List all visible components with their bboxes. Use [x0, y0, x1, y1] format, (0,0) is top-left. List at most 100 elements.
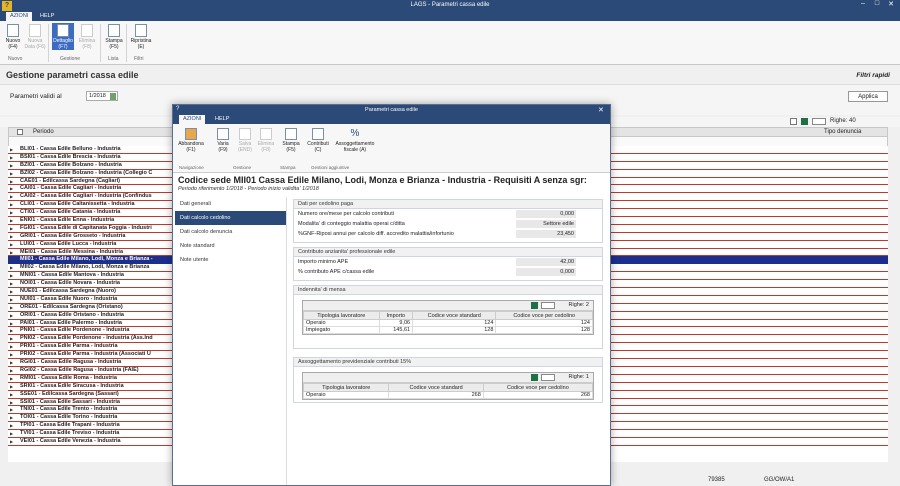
minimize-icon[interactable]: –: [856, 0, 870, 7]
expand-arrow-icon[interactable]: ▶: [10, 430, 13, 437]
tab-help[interactable]: HELP: [36, 12, 58, 21]
expand-arrow-icon[interactable]: ▶: [10, 193, 13, 200]
grid-options-icon[interactable]: [541, 374, 555, 381]
field-value[interactable]: 42,00: [516, 258, 576, 266]
expand-arrow-icon[interactable]: ▶: [10, 304, 13, 311]
grid-options-icon[interactable]: [812, 118, 826, 125]
select-all-checkbox[interactable]: [17, 129, 23, 135]
param-date-input[interactable]: 1/2018: [86, 91, 118, 101]
expand-arrow-icon[interactable]: ▶: [10, 178, 13, 185]
apply-button[interactable]: Applica: [848, 91, 888, 102]
column-header-periodo[interactable]: Periodo: [33, 129, 54, 135]
expand-arrow-icon[interactable]: ▶: [10, 162, 13, 169]
nav-item[interactable]: Dati calcolo denuncia: [175, 225, 286, 239]
expand-arrow-icon[interactable]: ▶: [10, 280, 13, 287]
expand-arrow-icon[interactable]: ▶: [10, 327, 13, 334]
expand-arrow-icon[interactable]: ▶: [10, 288, 13, 295]
expand-arrow-icon[interactable]: ▶: [10, 422, 13, 429]
expand-arrow-icon[interactable]: ▶: [10, 217, 13, 224]
field-value[interactable]: 0,000: [516, 210, 576, 218]
grid-options-icon[interactable]: [541, 302, 555, 309]
calendar-icon[interactable]: [110, 93, 116, 100]
expand-arrow-icon[interactable]: ▶: [10, 249, 13, 256]
column-header[interactable]: Tipologia lavoratore: [303, 311, 380, 320]
expand-arrow-icon[interactable]: ▶: [10, 256, 13, 263]
contributions-button[interactable]: Contributi (C): [304, 128, 332, 153]
expand-arrow-icon[interactable]: ▶: [10, 241, 13, 248]
excel-export-icon[interactable]: [531, 374, 538, 381]
table-row[interactable]: Operaio 268 268: [302, 391, 594, 399]
excel-export-icon[interactable]: [531, 302, 538, 309]
close-icon[interactable]: ✕: [884, 0, 898, 8]
expand-arrow-icon[interactable]: ▶: [10, 359, 13, 366]
nav-item[interactable]: Note standard: [175, 239, 286, 253]
maximize-icon[interactable]: □: [870, 0, 884, 7]
table-row[interactable]: Impiegato 145,61 128 128: [303, 326, 593, 334]
abandon-button[interactable]: Abbandona (F1): [177, 128, 205, 153]
print-button[interactable]: Stampa (F5): [103, 23, 125, 50]
expand-arrow-icon[interactable]: ▶: [10, 414, 13, 421]
expand-arrow-icon[interactable]: ▶: [10, 272, 13, 279]
expand-arrow-icon[interactable]: ▶: [10, 296, 13, 303]
table-row[interactable]: Operaio 9,06 124 124: [303, 319, 593, 327]
expand-arrow-icon[interactable]: ▶: [10, 312, 13, 319]
modal-tab-help[interactable]: HELP: [211, 115, 233, 124]
expand-arrow-icon[interactable]: ▶: [10, 375, 13, 382]
column-header-tipo-denuncia[interactable]: Tipo denuncia: [824, 129, 861, 135]
expand-arrow-icon[interactable]: ▶: [10, 233, 13, 240]
expand-arrow-icon[interactable]: ▶: [10, 351, 13, 358]
contributions-button-label: Contributi (C): [307, 141, 329, 153]
quick-filters-toggle[interactable]: Filtri rapidi: [856, 72, 890, 79]
column-header[interactable]: Codice voce standard: [388, 383, 484, 392]
expand-arrow-icon[interactable]: ▶: [10, 146, 13, 153]
expand-arrow-icon[interactable]: ▶: [10, 170, 13, 177]
delete-button[interactable]: Elimina (F8): [252, 128, 280, 153]
nav-item[interactable]: Dati calcolo cedolino: [175, 211, 286, 225]
expand-arrow-icon[interactable]: ▶: [10, 391, 13, 398]
nav-item[interactable]: Note utente: [175, 253, 286, 267]
field-value[interactable]: 0,000: [516, 268, 576, 276]
print-button[interactable]: Stampa (F5): [277, 128, 305, 153]
expand-arrow-icon[interactable]: ▶: [10, 343, 13, 350]
tax-subjection-button[interactable]: % Assoggettamento fiscale (A): [335, 128, 375, 153]
expand-arrow-icon[interactable]: ▶: [10, 367, 13, 374]
tab-azioni[interactable]: AZIONI: [6, 12, 33, 21]
expand-arrow-icon[interactable]: ▶: [10, 383, 13, 390]
nav-item[interactable]: Dati generali: [175, 197, 286, 211]
modal-tab-azioni[interactable]: AZIONI: [179, 115, 206, 124]
ribbon: Nuovo (F4) Nuova Data (F6) Dettaglio (F7…: [0, 21, 900, 65]
field-value[interactable]: Settore edile: [516, 220, 576, 228]
expand-arrow-icon[interactable]: ▶: [10, 185, 13, 192]
expand-arrow-icon[interactable]: ▶: [10, 209, 13, 216]
detail-button[interactable]: Dettaglio (F7): [52, 23, 74, 50]
expand-arrow-icon[interactable]: ▶: [10, 201, 13, 208]
expand-arrow-icon[interactable]: ▶: [10, 154, 13, 161]
expand-arrow-icon[interactable]: ▶: [10, 320, 13, 327]
delete-button[interactable]: Elimina (F8): [76, 23, 98, 50]
expand-arrow-icon[interactable]: ▶: [10, 264, 13, 271]
delete-icon: [81, 24, 93, 37]
grid-settings-icon[interactable]: [790, 118, 797, 125]
contributions-icon: [312, 128, 324, 140]
expand-arrow-icon[interactable]: ▶: [10, 225, 13, 232]
table-cell: Impiegato: [303, 326, 380, 334]
percent-icon: %: [350, 128, 360, 139]
column-header[interactable]: Tipologia lavoratore: [302, 383, 390, 392]
column-header[interactable]: Importo: [378, 311, 414, 320]
field-value[interactable]: 23,450: [516, 230, 576, 238]
column-header[interactable]: Codice voce per cedolino: [482, 383, 594, 392]
expand-arrow-icon[interactable]: ▶: [10, 335, 13, 342]
reset-filter-button[interactable]: Ripristina (E): [128, 23, 154, 50]
save-icon: [239, 128, 251, 140]
excel-export-icon[interactable]: [801, 118, 808, 125]
modal-title: Parametri cassa edile: [173, 105, 610, 115]
new-date-button[interactable]: Nuova Data (F6): [24, 23, 46, 50]
expand-arrow-icon[interactable]: ▶: [10, 438, 13, 445]
expand-arrow-icon[interactable]: ▶: [10, 406, 13, 413]
column-header[interactable]: Codice voce standard: [412, 311, 497, 320]
new-button[interactable]: Nuovo (F4): [2, 23, 24, 50]
mensa-grid: Tipologia lavoratore Importo Codice voce s…: [303, 311, 593, 334]
modal-close-icon[interactable]: ✕: [598, 106, 604, 114]
column-header[interactable]: Codice voce per cedolino: [495, 311, 593, 320]
expand-arrow-icon[interactable]: ▶: [10, 399, 13, 406]
